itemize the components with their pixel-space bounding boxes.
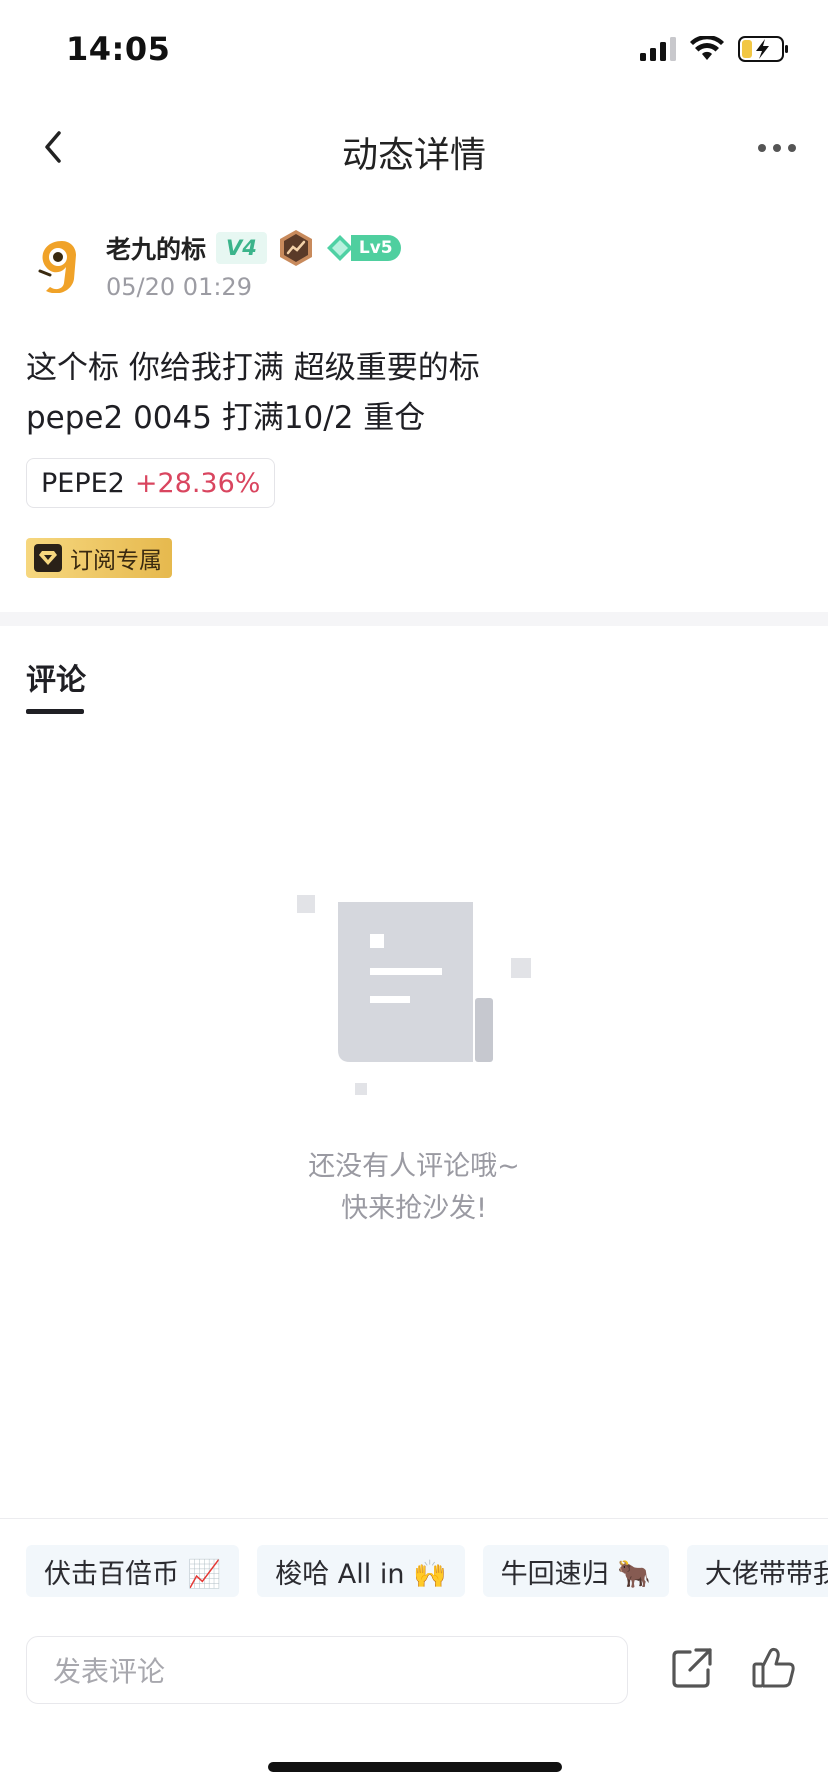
author-line: 老九的标 V4 Lv5 [106,229,401,267]
battery-charging-icon [738,36,788,62]
quick-reply-chip[interactable]: 牛回速归 🐂 [482,1545,669,1597]
more-options-button[interactable] [752,128,802,168]
quick-reply-chip[interactable]: 梭哈 All in 🙌 [257,1545,465,1597]
section-divider [0,612,828,626]
tab-comments[interactable]: 评论 [26,655,86,699]
post-detail-page: 14:05 动态详情 老九的标 V4 Lv5 05/20 01:29 这个标 你… [0,0,828,1792]
quick-reply-list: 伏击百倍币 📈 梭哈 All in 🙌 牛回速归 🐂 大佬带带我 [26,1545,828,1597]
level-badge-label: Lv5 [350,235,401,261]
status-icons [640,36,790,62]
signal-icon [640,37,676,61]
ticker-change: +28.36% [134,467,261,499]
medal-icon [279,230,312,266]
post-timestamp: 05/20 01:29 [106,273,252,301]
post-header: 老九的标 V4 Lv5 05/20 01:29 [26,225,806,305]
status-time: 14:05 [66,30,171,68]
post-body: 这个标 你给我打满 超级重要的标 pepe2 0045 打满10/2 重仓 [26,343,806,443]
share-icon[interactable] [668,1644,716,1692]
home-indicator [268,1762,562,1772]
author-name[interactable]: 老九的标 [106,230,206,266]
thumbs-up-icon[interactable] [750,1644,798,1692]
status-bar: 14:05 [0,0,828,100]
page-title: 动态详情 [341,135,486,176]
quick-reply-chip[interactable]: 大佬带带我 [686,1545,828,1597]
level-badge: Lv5 [325,232,401,264]
empty-state-title: 还没有人评论哦~ [308,1151,520,1182]
nav-bar: 动态详情 [0,100,828,195]
quick-reply-chip[interactable]: 伏击百倍币 📈 [26,1545,240,1597]
ticker-symbol: PEPE2 [41,467,125,499]
post-body-line: 这个标 你给我打满 超级重要的标 [26,350,480,386]
diamond-icon [34,544,62,572]
subscription-tag: 订阅专属 [26,538,172,578]
avatar[interactable] [32,237,88,293]
tab-active-indicator [26,709,84,714]
wifi-icon [690,36,724,60]
comment-input[interactable]: 发表评论 [26,1636,628,1704]
more-dots-icon [758,144,796,152]
bottom-divider [0,1518,828,1519]
empty-document-icon [297,895,531,1095]
verification-badge: V4 [216,232,267,264]
empty-state-subtitle: 快来抢沙发! [341,1193,487,1224]
ticker-chip[interactable]: PEPE2 +28.36% [26,458,276,508]
post-body-line: pepe2 0045 打满10/2 重仓 [26,400,426,436]
subscription-tag-label: 订阅专属 [70,548,162,574]
